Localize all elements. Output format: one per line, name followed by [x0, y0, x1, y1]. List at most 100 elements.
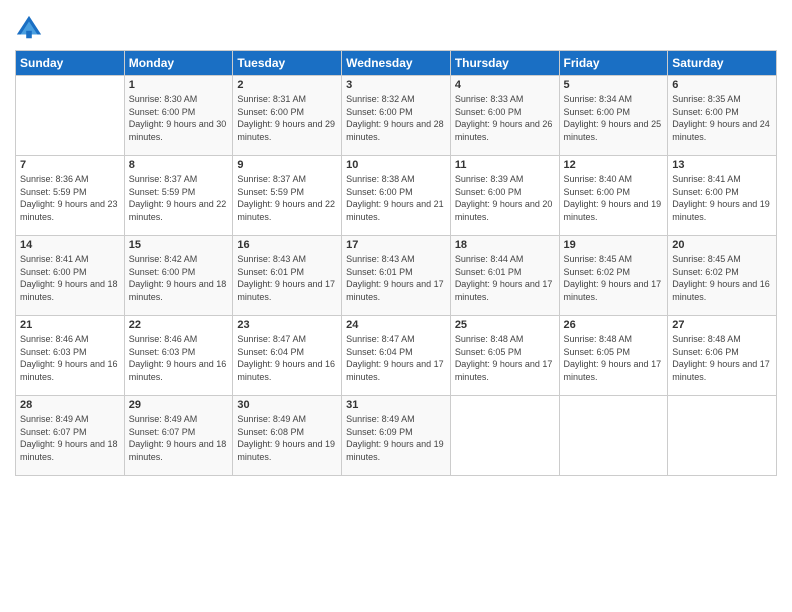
calendar-cell: 29 Sunrise: 8:49 AMSunset: 6:07 PMDayligh… — [124, 396, 233, 476]
calendar-cell: 19 Sunrise: 8:45 AMSunset: 6:02 PMDayligh… — [559, 236, 668, 316]
calendar-cell: 8Sunrise: 8:37 AMSunset: 5:59 PMDaylight… — [124, 156, 233, 236]
day-info: Sunrise: 8:31 AMSunset: 6:00 PMDaylight:… — [237, 93, 337, 143]
calendar-cell — [450, 396, 559, 476]
day-number: 17 — [346, 239, 446, 251]
day-info: Sunrise: 8:40 AMSunset: 6:00 PMDaylight:… — [564, 173, 664, 223]
day-info: Sunrise: 8:37 AMSunset: 5:59 PMDaylight:… — [237, 173, 337, 223]
calendar-cell: 6 Sunrise: 8:35 AMSunset: 6:00 PMDaylight… — [668, 76, 777, 156]
day-number: 13 — [672, 159, 772, 171]
day-number: 28 — [20, 399, 120, 411]
day-number: 5 — [564, 79, 664, 91]
day-info: Sunrise: 8:30 AMSunset: 6:00 PMDaylight:… — [129, 93, 229, 143]
calendar-cell — [559, 396, 668, 476]
day-info: Sunrise: 8:38 AMSunset: 6:00 PMDaylight:… — [346, 173, 446, 223]
calendar-cell: 5 Sunrise: 8:34 AMSunset: 6:00 PMDaylight… — [559, 76, 668, 156]
weekday-header-saturday: Saturday — [668, 51, 777, 76]
calendar-cell: 4 Sunrise: 8:33 AMSunset: 6:00 PMDaylight… — [450, 76, 559, 156]
weekday-header-sunday: Sunday — [16, 51, 125, 76]
calendar-cell: 3Sunrise: 8:32 AMSunset: 6:00 PMDaylight… — [342, 76, 451, 156]
day-info: Sunrise: 8:49 AMSunset: 6:08 PMDaylight:… — [237, 413, 337, 463]
day-number: 7 — [20, 159, 120, 171]
day-info: Sunrise: 8:49 AMSunset: 6:09 PMDaylight:… — [346, 413, 446, 463]
day-info: Sunrise: 8:43 AMSunset: 6:01 PMDaylight:… — [346, 253, 446, 303]
day-info: Sunrise: 8:36 AMSunset: 5:59 PMDaylight:… — [20, 173, 120, 223]
day-number: 6 — [672, 79, 772, 91]
calendar-cell: 20 Sunrise: 8:45 AMSunset: 6:02 PMDayligh… — [668, 236, 777, 316]
day-number: 24 — [346, 319, 446, 331]
day-number: 27 — [672, 319, 772, 331]
day-number: 4 — [455, 79, 555, 91]
calendar-cell: 2 Sunrise: 8:31 AMSunset: 6:00 PMDaylight… — [233, 76, 342, 156]
calendar-cell: 25 Sunrise: 8:48 AMSunset: 6:05 PMDayligh… — [450, 316, 559, 396]
weekday-header-friday: Friday — [559, 51, 668, 76]
calendar-cell: 13 Sunrise: 8:41 AMSunset: 6:00 PMDayligh… — [668, 156, 777, 236]
calendar-cell: 22 Sunrise: 8:46 AMSunset: 6:03 PMDayligh… — [124, 316, 233, 396]
day-info: Sunrise: 8:41 AMSunset: 6:00 PMDaylight:… — [20, 253, 120, 303]
weekday-header-row: SundayMondayTuesdayWednesdayThursdayFrid… — [16, 51, 777, 76]
day-number: 8 — [129, 159, 229, 171]
day-number: 26 — [564, 319, 664, 331]
calendar-cell: 9 Sunrise: 8:37 AMSunset: 5:59 PMDaylight… — [233, 156, 342, 236]
calendar-cell: 12 Sunrise: 8:40 AMSunset: 6:00 PMDayligh… — [559, 156, 668, 236]
day-number: 11 — [455, 159, 555, 171]
calendar-page: SundayMondayTuesdayWednesdayThursdayFrid… — [0, 0, 792, 612]
calendar-table: SundayMondayTuesdayWednesdayThursdayFrid… — [15, 50, 777, 476]
day-number: 1 — [129, 79, 229, 91]
calendar-cell: 14Sunrise: 8:41 AMSunset: 6:00 PMDayligh… — [16, 236, 125, 316]
calendar-cell: 10Sunrise: 8:38 AMSunset: 6:00 PMDayligh… — [342, 156, 451, 236]
day-info: Sunrise: 8:48 AMSunset: 6:05 PMDaylight:… — [564, 333, 664, 383]
calendar-cell: 24 Sunrise: 8:47 AMSunset: 6:04 PMDayligh… — [342, 316, 451, 396]
calendar-cell: 7 Sunrise: 8:36 AMSunset: 5:59 PMDaylight… — [16, 156, 125, 236]
day-info: Sunrise: 8:33 AMSunset: 6:00 PMDaylight:… — [455, 93, 555, 143]
logo — [15, 14, 45, 42]
day-number: 9 — [237, 159, 337, 171]
day-number: 29 — [129, 399, 229, 411]
calendar-cell: 11 Sunrise: 8:39 AMSunset: 6:00 PMDayligh… — [450, 156, 559, 236]
day-info: Sunrise: 8:47 AMSunset: 6:04 PMDaylight:… — [237, 333, 337, 383]
day-info: Sunrise: 8:39 AMSunset: 6:00 PMDaylight:… — [455, 173, 555, 223]
day-info: Sunrise: 8:48 AMSunset: 6:05 PMDaylight:… — [455, 333, 555, 383]
day-info: Sunrise: 8:47 AMSunset: 6:04 PMDaylight:… — [346, 333, 446, 383]
calendar-cell — [16, 76, 125, 156]
day-info: Sunrise: 8:35 AMSunset: 6:00 PMDaylight:… — [672, 93, 772, 143]
weekday-header-wednesday: Wednesday — [342, 51, 451, 76]
day-number: 12 — [564, 159, 664, 171]
calendar-cell: 15Sunrise: 8:42 AMSunset: 6:00 PMDayligh… — [124, 236, 233, 316]
calendar-cell: 16 Sunrise: 8:43 AMSunset: 6:01 PMDayligh… — [233, 236, 342, 316]
day-number: 22 — [129, 319, 229, 331]
calendar-cell — [668, 396, 777, 476]
day-info: Sunrise: 8:41 AMSunset: 6:00 PMDaylight:… — [672, 173, 772, 223]
day-info: Sunrise: 8:49 AMSunset: 6:07 PMDaylight:… — [129, 413, 229, 463]
calendar-cell: 30 Sunrise: 8:49 AMSunset: 6:08 PMDayligh… — [233, 396, 342, 476]
day-number: 31 — [346, 399, 446, 411]
calendar-cell: 23 Sunrise: 8:47 AMSunset: 6:04 PMDayligh… — [233, 316, 342, 396]
weekday-header-monday: Monday — [124, 51, 233, 76]
day-info: Sunrise: 8:45 AMSunset: 6:02 PMDaylight:… — [672, 253, 772, 303]
week-row-2: 7 Sunrise: 8:36 AMSunset: 5:59 PMDaylight… — [16, 156, 777, 236]
day-info: Sunrise: 8:44 AMSunset: 6:01 PMDaylight:… — [455, 253, 555, 303]
day-number: 25 — [455, 319, 555, 331]
calendar-cell: 27Sunrise: 8:48 AMSunset: 6:06 PMDayligh… — [668, 316, 777, 396]
calendar-cell: 28Sunrise: 8:49 AMSunset: 6:07 PMDayligh… — [16, 396, 125, 476]
calendar-cell: 17 Sunrise: 8:43 AMSunset: 6:01 PMDayligh… — [342, 236, 451, 316]
day-info: Sunrise: 8:45 AMSunset: 6:02 PMDaylight:… — [564, 253, 664, 303]
day-number: 19 — [564, 239, 664, 251]
weekday-header-thursday: Thursday — [450, 51, 559, 76]
week-row-3: 14Sunrise: 8:41 AMSunset: 6:00 PMDayligh… — [16, 236, 777, 316]
day-number: 2 — [237, 79, 337, 91]
logo-icon — [15, 14, 43, 42]
week-row-1: 1 Sunrise: 8:30 AMSunset: 6:00 PMDaylight… — [16, 76, 777, 156]
day-number: 16 — [237, 239, 337, 251]
day-info: Sunrise: 8:42 AMSunset: 6:00 PMDaylight:… — [129, 253, 229, 303]
day-info: Sunrise: 8:43 AMSunset: 6:01 PMDaylight:… — [237, 253, 337, 303]
day-number: 30 — [237, 399, 337, 411]
calendar-cell: 31 Sunrise: 8:49 AMSunset: 6:09 PMDayligh… — [342, 396, 451, 476]
day-info: Sunrise: 8:34 AMSunset: 6:00 PMDaylight:… — [564, 93, 664, 143]
day-info: Sunrise: 8:46 AMSunset: 6:03 PMDaylight:… — [129, 333, 229, 383]
day-number: 18 — [455, 239, 555, 251]
day-number: 20 — [672, 239, 772, 251]
calendar-cell: 21Sunrise: 8:46 AMSunset: 6:03 PMDayligh… — [16, 316, 125, 396]
day-number: 23 — [237, 319, 337, 331]
week-row-5: 28 Sunrise: 8:49 AMSunset: 6:07 PMDayligh… — [16, 396, 777, 476]
calendar-cell: 18 Sunrise: 8:44 AMSunset: 6:01 PMDayligh… — [450, 236, 559, 316]
